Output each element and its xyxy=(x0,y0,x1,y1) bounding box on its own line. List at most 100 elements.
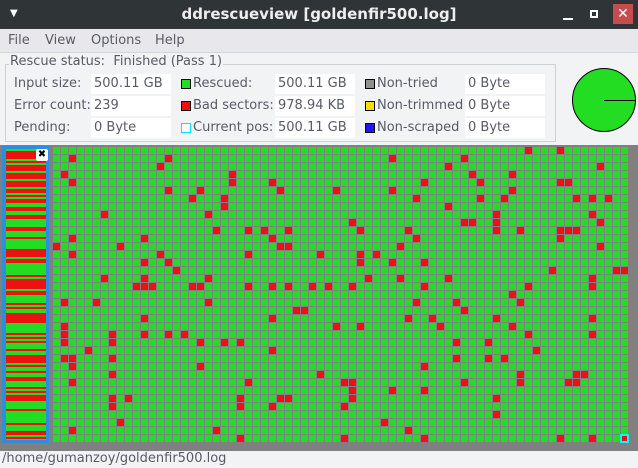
maximize-button[interactable] xyxy=(590,10,598,18)
block-cell xyxy=(573,211,580,218)
block-cell xyxy=(93,403,100,410)
block-cell xyxy=(605,187,612,194)
block-cell xyxy=(293,251,300,258)
block-cell xyxy=(373,275,380,282)
block-cell xyxy=(333,243,340,250)
block-cell xyxy=(85,187,92,194)
block-cell xyxy=(557,403,564,410)
block-cell xyxy=(61,243,68,250)
block-cell xyxy=(461,435,468,442)
block-cell xyxy=(205,379,212,386)
block-cell xyxy=(437,315,444,322)
block-cell xyxy=(485,275,492,282)
block-cell xyxy=(229,251,236,258)
block-cell xyxy=(397,299,404,306)
block-cell xyxy=(325,235,332,242)
block-cell xyxy=(501,323,508,330)
menu-view[interactable]: View xyxy=(45,33,76,48)
block-cell xyxy=(277,187,284,194)
block-cell xyxy=(237,219,244,226)
block-cell xyxy=(421,339,428,346)
block-cell xyxy=(301,435,308,442)
block-cell xyxy=(141,331,148,338)
block-cell xyxy=(613,187,620,194)
block-cell xyxy=(77,275,84,282)
block-cell xyxy=(181,411,188,418)
block-cell xyxy=(605,291,612,298)
block-cell xyxy=(117,323,124,330)
block-cell xyxy=(357,419,364,426)
block-cell xyxy=(437,195,444,202)
block-cell xyxy=(77,395,84,402)
block-cell xyxy=(533,395,540,402)
block-cell xyxy=(445,155,452,162)
block-cell xyxy=(229,411,236,418)
block-cell xyxy=(373,163,380,170)
block-cell xyxy=(213,283,220,290)
block-cell xyxy=(477,211,484,218)
close-overview-icon[interactable]: ✖ xyxy=(36,149,48,161)
block-cell xyxy=(173,147,180,154)
block-cell xyxy=(333,147,340,154)
menu-file[interactable]: File xyxy=(8,33,30,48)
block-cell xyxy=(237,387,244,394)
block-cell xyxy=(149,195,156,202)
block-cell xyxy=(325,411,332,418)
block-cell xyxy=(621,291,628,298)
block-cell xyxy=(309,195,316,202)
menu-options[interactable]: Options xyxy=(91,33,141,48)
block-cell xyxy=(77,267,84,274)
block-cell xyxy=(477,331,484,338)
block-cell xyxy=(141,171,148,178)
block-cell xyxy=(445,291,452,298)
block-cell xyxy=(597,411,604,418)
menu-help[interactable]: Help xyxy=(155,33,185,48)
block-cell xyxy=(485,315,492,322)
block-cell xyxy=(461,403,468,410)
rescued-value: 500.11 GB xyxy=(275,74,355,94)
block-cell xyxy=(477,219,484,226)
block-cell xyxy=(365,267,372,274)
block-cell xyxy=(373,339,380,346)
block-cell xyxy=(269,195,276,202)
overview-map[interactable]: ✖ xyxy=(2,146,49,443)
block-cell xyxy=(333,211,340,218)
block-cell xyxy=(429,403,436,410)
block-cell xyxy=(165,339,172,346)
block-cell xyxy=(293,339,300,346)
block-cell xyxy=(501,219,508,226)
block-cell xyxy=(109,171,116,178)
block-cell xyxy=(301,291,308,298)
block-cell xyxy=(549,339,556,346)
block-cell xyxy=(165,275,172,282)
block-cell xyxy=(285,419,292,426)
block-cell xyxy=(389,323,396,330)
block-cell xyxy=(517,211,524,218)
close-button[interactable]: ✕ xyxy=(613,4,633,24)
error-count-value: 239 xyxy=(91,96,171,116)
block-cell xyxy=(189,259,196,266)
block-cell xyxy=(621,403,628,410)
block-cell xyxy=(237,355,244,362)
block-cell xyxy=(541,155,548,162)
block-cell xyxy=(549,395,556,402)
block-cell xyxy=(445,371,452,378)
block-cell xyxy=(493,203,500,210)
block-cell xyxy=(573,307,580,314)
block-cell xyxy=(421,147,428,154)
block-cell xyxy=(61,195,68,202)
block-cell xyxy=(221,347,228,354)
block-cell xyxy=(261,259,268,266)
block-cell xyxy=(53,347,60,354)
block-cell xyxy=(197,187,204,194)
block-cell xyxy=(541,363,548,370)
block-cell xyxy=(53,147,60,154)
minimize-button[interactable] xyxy=(562,8,574,20)
block-cell xyxy=(589,347,596,354)
block-cell xyxy=(133,203,140,210)
block-cell xyxy=(549,411,556,418)
block-cell xyxy=(533,203,540,210)
block-cell xyxy=(181,243,188,250)
block-cell xyxy=(501,435,508,442)
block-cell xyxy=(589,219,596,226)
